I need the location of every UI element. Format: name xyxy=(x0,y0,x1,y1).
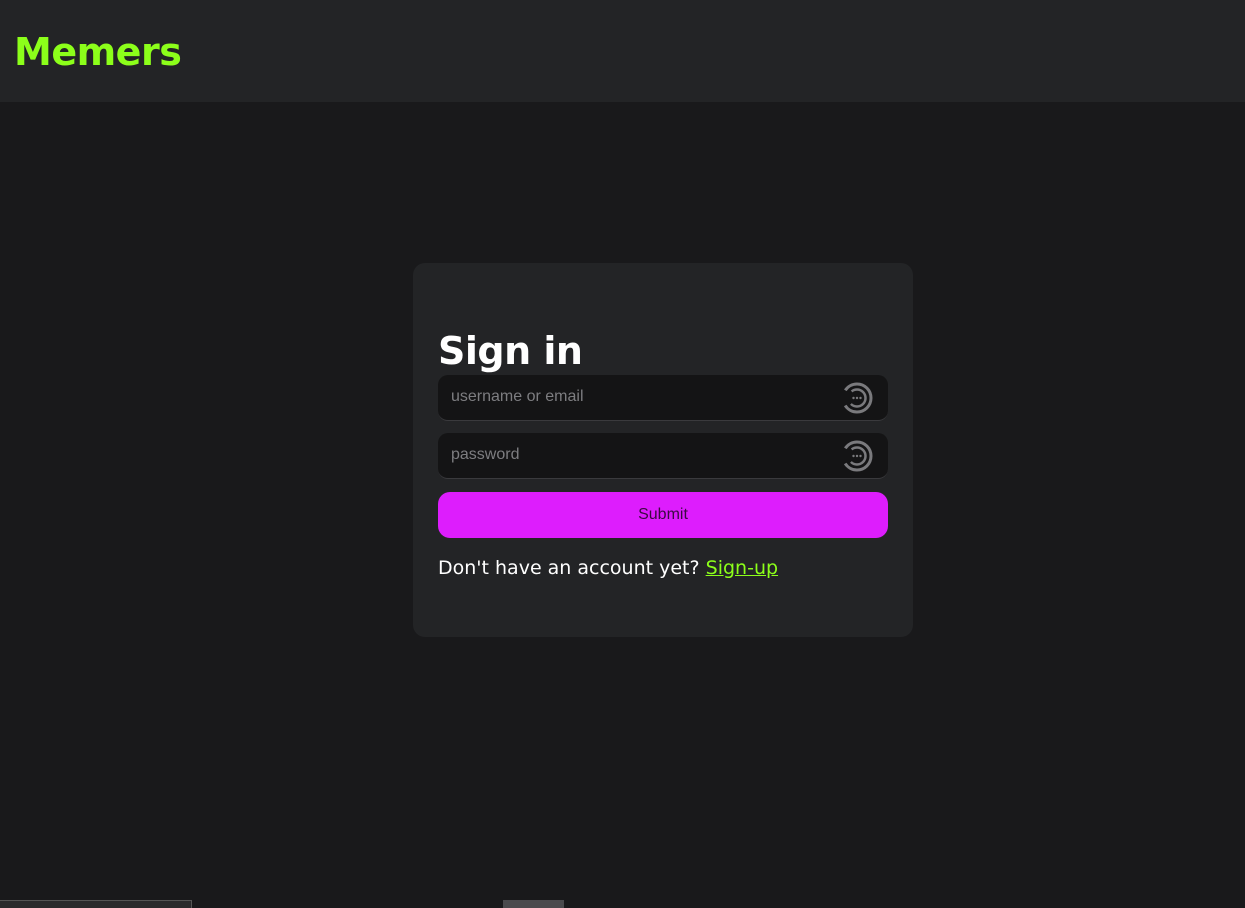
signup-prompt-line: Don't have an account yet? Sign-up xyxy=(438,553,778,583)
signup-prompt-text: Don't have an account yet? xyxy=(438,557,706,579)
app-header: Memers xyxy=(0,0,1245,102)
username-input[interactable] xyxy=(438,375,841,419)
password-manager-icon[interactable] xyxy=(840,439,874,473)
horizontal-scrollbar-thumb[interactable] xyxy=(503,900,564,908)
password-field-container xyxy=(438,433,888,479)
signin-card: Sign in Submit Don't have an account yet… xyxy=(413,263,913,637)
password-input[interactable] xyxy=(438,433,841,477)
bottom-bar-segment xyxy=(0,900,192,908)
signup-link[interactable]: Sign-up xyxy=(706,557,778,579)
signin-title: Sign in xyxy=(438,329,583,373)
username-field-container xyxy=(438,375,888,421)
submit-button[interactable]: Submit xyxy=(438,492,888,538)
brand-logo-text[interactable]: Memers xyxy=(14,28,182,76)
password-manager-icon[interactable] xyxy=(840,381,874,415)
